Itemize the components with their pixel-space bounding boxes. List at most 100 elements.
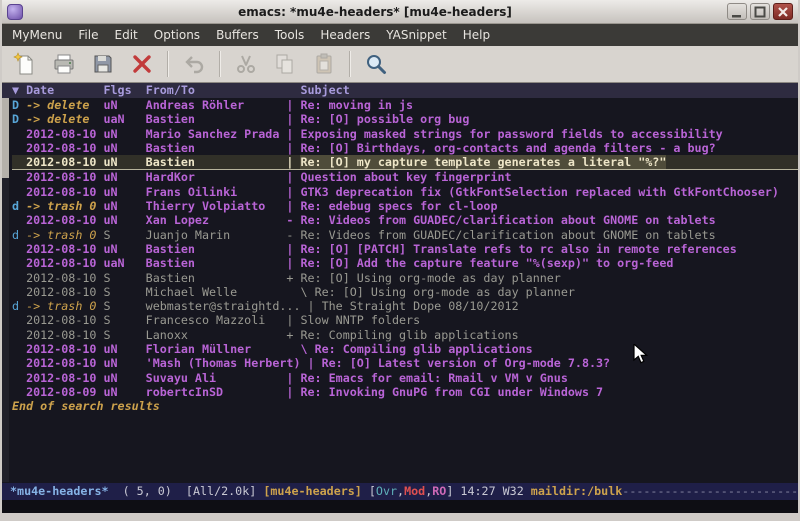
print-button[interactable]: [46, 49, 82, 79]
message-row[interactable]: 2012-08-09 uN robertcInSD | Re: Invoking…: [12, 385, 798, 399]
message-row[interactable]: 2012-08-10 S Francesco Mazzoli | Slow NN…: [12, 313, 798, 327]
message-row[interactable]: 2012-08-10 uN 'Mash (Thomas Herbert) | R…: [12, 356, 798, 370]
message-row[interactable]: 2012-08-10 uN Bastien | Re: [O] [PATCH] …: [12, 242, 798, 256]
column-from: From/To: [146, 83, 301, 98]
thread-separator: |: [286, 256, 300, 270]
menu-tools[interactable]: Tools: [267, 25, 313, 45]
maximize-button[interactable]: [750, 3, 770, 20]
new-file-icon: [13, 52, 37, 76]
thread-separator: |: [286, 170, 300, 184]
message-from: Bastien: [146, 242, 287, 256]
message-subject: Re: Videos from GUADEC/clarification abo…: [300, 213, 715, 227]
thread-separator: -: [286, 213, 300, 227]
message-row[interactable]: 2012-08-10 uN Suvayu Ali | Re: Emacs for…: [12, 371, 798, 385]
message-subject: Re: [O] Using org-mode as day planner: [300, 271, 560, 285]
message-flags: uN: [103, 371, 145, 385]
message-flags: S: [103, 271, 145, 285]
message-flags: uN: [103, 170, 145, 184]
message-row[interactable]: d -> trash 0 uN Thierry Volpiatto | Re: …: [12, 199, 798, 213]
scrollbar-thumb[interactable]: [2, 98, 9, 178]
menu-edit[interactable]: Edit: [107, 25, 146, 45]
message-row[interactable]: 2012-08-10 S Bastien + Re: [O] Using org…: [12, 271, 798, 285]
message-subject: Re: [O] my capture template generates a …: [300, 155, 666, 169]
message-row[interactable]: 2012-08-10 uN Florian Müllner \ Re: Comp…: [12, 342, 798, 356]
thread-separator: |: [286, 112, 300, 126]
save-button[interactable]: [85, 49, 121, 79]
menu-yasnippet[interactable]: YASnippet: [378, 25, 455, 45]
new-file-button[interactable]: [7, 49, 43, 79]
message-row[interactable]: d -> trash 0 S webmaster@straightd... | …: [12, 299, 798, 313]
menu-headers[interactable]: Headers: [312, 25, 378, 45]
close-buffer-button[interactable]: [124, 49, 160, 79]
message-from: Bastien: [146, 141, 287, 155]
menu-mymenu[interactable]: MyMenu: [4, 25, 70, 45]
message-row[interactable]: d -> trash 0 S Juanjo Marin - Re: Videos…: [12, 228, 798, 242]
thread-separator: -: [286, 228, 300, 242]
message-from: Andreas Röhler: [146, 98, 287, 112]
message-from: Frans Oilinki: [146, 185, 287, 199]
modeline-segment: [mu4e-headers]: [263, 484, 362, 498]
message-subject: Re: [O] [PATCH] Translate refs to rc als…: [300, 242, 736, 256]
print-icon: [52, 52, 76, 76]
message-subject: Re: Compiling glib applications: [315, 342, 533, 356]
titlebar: emacs: *mu4e-headers* [mu4e-headers]: [2, 0, 798, 24]
message-row[interactable]: 2012-08-10 uaN Bastien | Re: [O] Add the…: [12, 256, 798, 270]
save-icon: [91, 52, 115, 76]
echo-area[interactable]: [2, 500, 798, 513]
message-row[interactable]: 2012-08-10 S Lanoxx + Re: Compiling glib…: [12, 328, 798, 342]
modeline-segment: [All/2.0k]: [186, 484, 263, 498]
message-mark: d: [12, 299, 26, 313]
message-row[interactable]: 2012-08-10 uN Xan Lopez - Re: Videos fro…: [12, 213, 798, 227]
message-mark: d: [12, 199, 26, 213]
message-subject: The Straight Dope 08/10/2012: [322, 299, 519, 313]
message-flags: uN: [103, 242, 145, 256]
message-date: 2012-08-10: [26, 170, 103, 184]
message-mark: [12, 141, 26, 155]
message-date: 2012-08-10: [26, 285, 103, 299]
menu-help[interactable]: Help: [455, 25, 498, 45]
menu-buffers[interactable]: Buffers: [208, 25, 267, 45]
message-row[interactable]: 2012-08-10 uN HardKor | Question about k…: [12, 170, 798, 184]
message-from: Bastien: [146, 155, 287, 169]
message-flags: uN: [103, 155, 145, 169]
message-flags: S: [103, 328, 145, 342]
message-row[interactable]: D -> delete uaN Bastien | Re: [O] possib…: [12, 112, 798, 126]
message-row[interactable]: 2012-08-10 uN Bastien | Re: [O] my captu…: [12, 155, 798, 170]
message-subject: Re: Videos from GUADEC/clarification abo…: [300, 228, 715, 242]
modeline-segment: ,: [425, 484, 432, 498]
message-flags: uN: [103, 98, 145, 112]
message-mark: [12, 285, 26, 299]
message-date: -> delete: [26, 112, 103, 126]
message-row[interactable]: 2012-08-10 uN Frans Oilinki | GTK3 depre…: [12, 185, 798, 199]
search-button[interactable]: [358, 49, 394, 79]
toolbar-separator: [349, 51, 351, 77]
message-subject: Re: Compiling glib applications: [300, 328, 518, 342]
message-mark: [12, 127, 26, 141]
window-controls: [727, 3, 793, 20]
message-row[interactable]: 2012-08-10 uN Mario Sanchez Prada | Expo…: [12, 127, 798, 141]
message-date: 2012-08-10: [26, 155, 103, 169]
message-date: 2012-08-10: [26, 328, 103, 342]
mode-line[interactable]: *mu4e-headers* ( 5, 0) [All/2.0k] [mu4e-…: [2, 483, 798, 500]
minimize-button[interactable]: [727, 3, 747, 20]
menu-options[interactable]: Options: [146, 25, 208, 45]
message-mark: [12, 328, 26, 342]
message-flags: uN: [103, 356, 145, 370]
modeline-segment: RO: [432, 484, 446, 498]
message-flags: S: [103, 285, 145, 299]
close-button[interactable]: [773, 3, 793, 20]
message-subject: Re: [O] possible org bug: [300, 112, 469, 126]
undo-icon: [182, 52, 206, 76]
message-from: Michael Welle: [146, 285, 287, 299]
message-row[interactable]: 2012-08-10 uN Bastien | Re: [O] Birthday…: [12, 141, 798, 155]
toolbar-separator: [219, 51, 221, 77]
message-row[interactable]: 2012-08-10 S Michael Welle \ Re: [O] Usi…: [12, 285, 798, 299]
toolbar-separator: [167, 51, 169, 77]
copy-button: [267, 49, 303, 79]
message-row[interactable]: D -> delete uN Andreas Röhler | Re: movi…: [12, 98, 798, 112]
menu-file[interactable]: File: [70, 25, 106, 45]
message-date: -> delete: [26, 98, 103, 112]
modeline-segment: ( 5, 0): [109, 484, 186, 498]
end-of-results: End of search results: [12, 399, 798, 413]
scrollbar[interactable]: [2, 98, 9, 482]
